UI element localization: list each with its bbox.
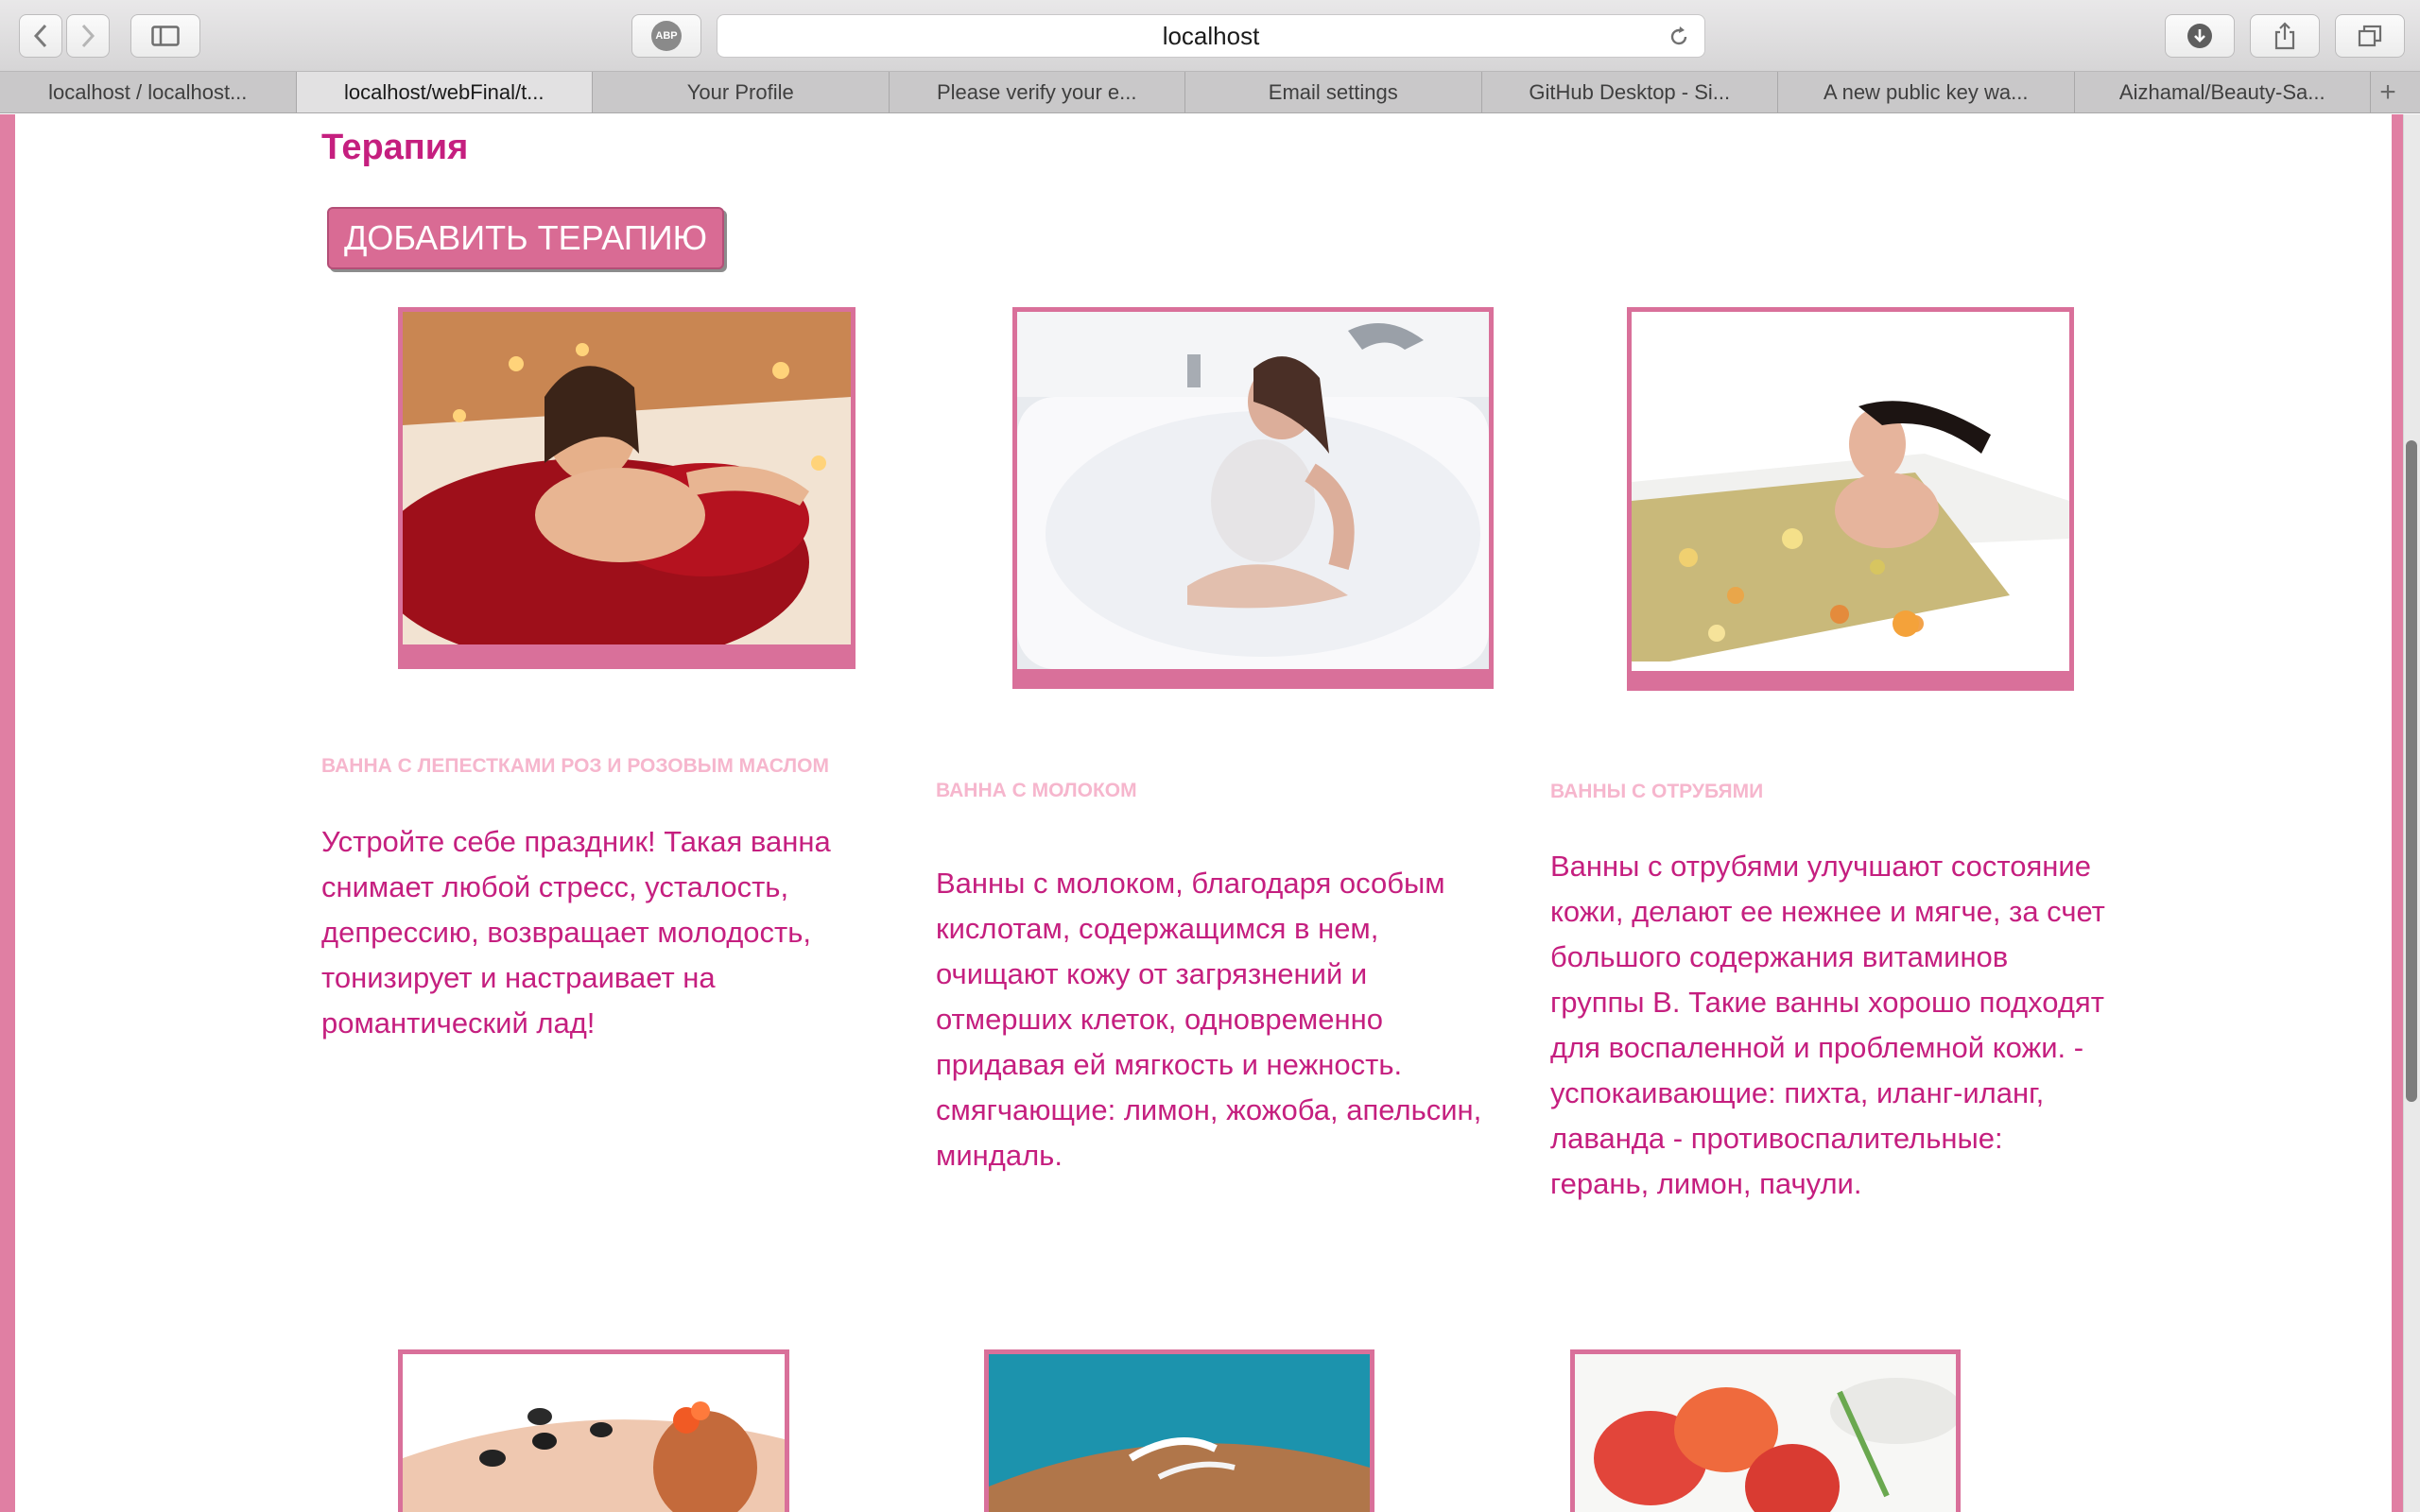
tab-bar: localhost / localhost... localhost/webFi… — [0, 72, 2420, 113]
browser-tab[interactable]: localhost / localhost... — [0, 72, 297, 112]
therapy-description: Ванны с молоком, благодаря особым кислот… — [936, 867, 1482, 1172]
adblock-button[interactable]: ABP — [631, 14, 701, 58]
orchid-spa-image — [1575, 1354, 1956, 1512]
therapy-image-frame — [984, 1349, 1374, 1512]
browser-toolbar: ABP localhost — [0, 0, 2420, 72]
browser-tab-active[interactable]: localhost/webFinal/t... — [296, 72, 593, 112]
browser-tab[interactable]: A new public key wa... — [1778, 72, 2075, 112]
bran-bath-image — [1632, 312, 2069, 671]
scrollbar-thumb[interactable] — [2406, 440, 2417, 1102]
left-border — [0, 114, 15, 1512]
chevron-right-icon — [81, 24, 95, 48]
back-button[interactable] — [19, 14, 62, 58]
url-text: localhost — [1162, 21, 1260, 50]
browser-tab[interactable]: Please verify your e... — [890, 72, 1185, 112]
chevron-left-icon — [33, 24, 47, 48]
therapy-name: ВАННА С ЛЕПЕСТКАМИ РОЗ И РОЗОВЫМ МАСЛОМ — [321, 755, 829, 777]
therapy-image-frame — [1012, 307, 1494, 689]
address-bar[interactable]: localhost — [717, 14, 1705, 58]
adblock-icon: ABP — [651, 21, 682, 51]
right-border — [2392, 114, 2403, 1512]
therapy-name: ВАННЫ С ОТРУБЯМИ — [1550, 781, 1764, 802]
forward-button[interactable] — [66, 14, 110, 58]
stone-massage-image — [403, 1354, 785, 1512]
therapy-image-frame — [1627, 307, 2074, 691]
share-button[interactable] — [2250, 14, 2320, 58]
browser-tab[interactable]: Your Profile — [593, 72, 890, 112]
reload-icon[interactable] — [1665, 23, 1693, 51]
sidebar-icon — [151, 26, 180, 46]
add-therapy-button[interactable]: ДОБАВИТЬ ТЕРАПИЮ — [327, 207, 724, 269]
download-icon — [2187, 24, 2212, 48]
browser-tab[interactable]: Email settings — [1185, 72, 1482, 112]
milk-bath-image — [1017, 312, 1489, 669]
cream-body-image — [989, 1354, 1370, 1512]
browser-tab[interactable]: GitHub Desktop - Si... — [1482, 72, 1778, 112]
browser-tab[interactable]: Aizhamal/Beauty-Sa... — [2075, 72, 2371, 112]
therapy-image-frame — [398, 1349, 789, 1512]
page-title: Терапия — [321, 128, 469, 167]
tab-overview-button[interactable] — [2335, 14, 2405, 58]
page-content: Терапия ДОБАВИТЬ ТЕРАПИЮ ВАННА С ЛЕПЕСТК… — [0, 114, 2420, 1512]
new-tab-button[interactable]: + — [2371, 72, 2405, 112]
tabs-icon — [2358, 25, 2382, 47]
therapy-description: Устройте себе праздник! Такая ванна сним… — [321, 825, 831, 1040]
rose-bath-image — [403, 312, 851, 644]
therapy-name: ВАННА С МОЛОКОМ — [936, 780, 1137, 801]
therapy-image-frame — [1570, 1349, 1961, 1512]
therapy-description: Ванны с отрубями улучшают состояние кожи… — [1550, 850, 2105, 1200]
therapy-image-frame — [398, 307, 856, 669]
share-icon — [2274, 22, 2295, 50]
downloads-button[interactable] — [2165, 14, 2235, 58]
sidebar-toggle-button[interactable] — [130, 14, 200, 58]
